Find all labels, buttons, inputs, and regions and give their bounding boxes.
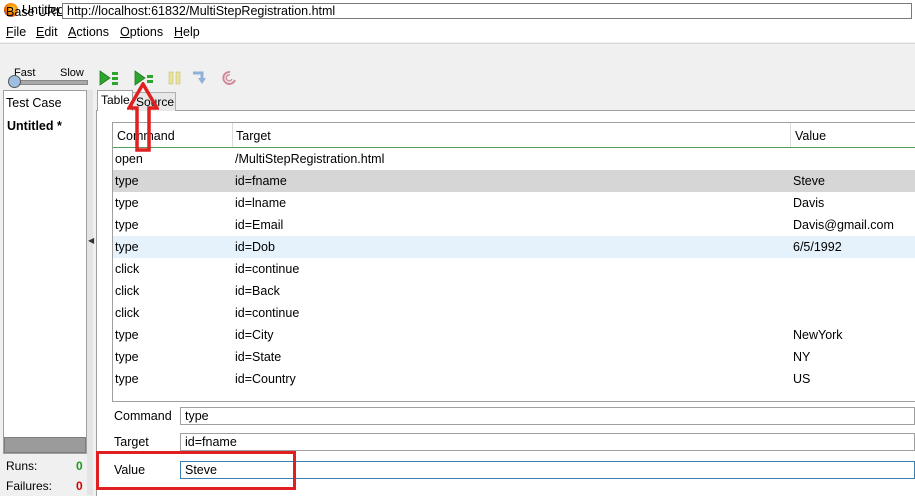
- row-target: id=City: [235, 328, 274, 342]
- menu-options[interactable]: Options: [120, 25, 163, 39]
- target-input[interactable]: [180, 433, 915, 451]
- annotation-up-arrow-icon: [127, 82, 159, 152]
- table-row[interactable]: click id=continue: [113, 258, 915, 280]
- column-value[interactable]: Value: [795, 129, 826, 143]
- pause-button[interactable]: [166, 69, 186, 87]
- speed-slow-label: Slow: [60, 67, 84, 79]
- step-button[interactable]: [190, 69, 210, 87]
- row-command: type: [115, 328, 139, 342]
- run-progress-bar: [4, 437, 86, 453]
- row-command: click: [115, 284, 140, 298]
- row-target: id=Dob: [235, 240, 275, 254]
- pause-icon: [168, 71, 181, 85]
- table-row[interactable]: click id=continue: [113, 302, 915, 324]
- table-header: Command Target Value: [113, 123, 915, 148]
- base-url-input[interactable]: [62, 3, 912, 19]
- play-suite-button[interactable]: [99, 69, 119, 87]
- base-url-bar: [0, 43, 915, 67]
- panel-splitter[interactable]: [87, 90, 93, 495]
- commands-table: Command Target Value open/MultiStepRegis…: [112, 122, 915, 402]
- row-target: id=Email: [235, 218, 284, 232]
- row-target: id=continue: [235, 306, 300, 320]
- runs-count: 0: [76, 459, 83, 473]
- command-input[interactable]: [180, 407, 915, 425]
- menu-actions[interactable]: Actions: [68, 25, 109, 39]
- table-row[interactable]: click id=Back: [113, 280, 915, 302]
- menu-bar: File Edit Actions Options Help: [0, 22, 915, 42]
- table-row[interactable]: type id=City NewYork: [113, 324, 915, 346]
- row-value: Davis@gmail.com: [793, 218, 894, 232]
- row-value: NewYork: [793, 328, 843, 342]
- rollup-button[interactable]: [220, 69, 240, 87]
- row-command: click: [115, 262, 140, 276]
- column-divider[interactable]: [790, 123, 791, 148]
- row-target: id=continue: [235, 262, 300, 276]
- row-command: type: [115, 350, 139, 364]
- row-command: type: [115, 196, 139, 210]
- table-row[interactable]: type id=State NY: [113, 346, 915, 368]
- row-value: NY: [793, 350, 811, 364]
- row-command: type: [115, 218, 139, 232]
- failures-count: 0: [76, 479, 83, 493]
- base-url-label: Base URL: [6, 5, 63, 19]
- table-row[interactable]: type id=fname Steve: [113, 170, 915, 192]
- step-icon: [193, 71, 206, 84]
- row-value: 6/5/1992: [793, 240, 842, 254]
- table-row[interactable]: open/MultiStepRegistration.html: [113, 148, 915, 170]
- target-label: Target: [114, 435, 149, 449]
- speed-slider-track[interactable]: [10, 80, 88, 85]
- test-case-list: [3, 90, 87, 454]
- row-value: Davis: [793, 196, 825, 210]
- row-command: type: [115, 240, 139, 254]
- row-value: Steve: [793, 174, 825, 188]
- row-command: type: [115, 174, 139, 188]
- row-command: type: [115, 372, 139, 386]
- collapse-arrow-icon[interactable]: ◀: [88, 236, 94, 245]
- command-label: Command: [114, 409, 172, 423]
- test-case-header: Test Case: [6, 96, 62, 110]
- table-row[interactable]: type id=lname Davis: [113, 192, 915, 214]
- table-row[interactable]: type id=Email Davis@gmail.com: [113, 214, 915, 236]
- menu-help[interactable]: Help: [174, 25, 200, 39]
- row-command: click: [115, 306, 140, 320]
- row-command: open: [115, 152, 143, 166]
- table-row[interactable]: type id=Country US: [113, 368, 915, 390]
- row-target: id=State: [235, 350, 282, 364]
- column-divider[interactable]: [232, 123, 233, 148]
- table-row[interactable]: type id=Dob 6/5/1992: [113, 236, 915, 258]
- tab-table-label[interactable]: Table: [101, 93, 130, 107]
- menu-file[interactable]: File: [6, 25, 26, 39]
- column-target[interactable]: Target: [236, 129, 271, 143]
- row-target: /MultiStepRegistration.html: [235, 152, 385, 166]
- row-value: US: [793, 372, 811, 386]
- speed-slider-handle[interactable]: [8, 75, 21, 88]
- row-target: id=lname: [235, 196, 287, 210]
- play-suite-icon: [99, 70, 118, 86]
- annotation-highlight-box: [96, 451, 296, 490]
- rollup-icon: [222, 70, 236, 85]
- menu-edit[interactable]: Edit: [36, 25, 58, 39]
- runs-label: Runs:: [6, 459, 38, 473]
- failures-label: Failures:: [6, 479, 53, 493]
- row-target: id=Back: [235, 284, 280, 298]
- row-target: id=fname: [235, 174, 287, 188]
- row-target: id=Country: [235, 372, 296, 386]
- test-case-item[interactable]: Untitled *: [7, 119, 62, 133]
